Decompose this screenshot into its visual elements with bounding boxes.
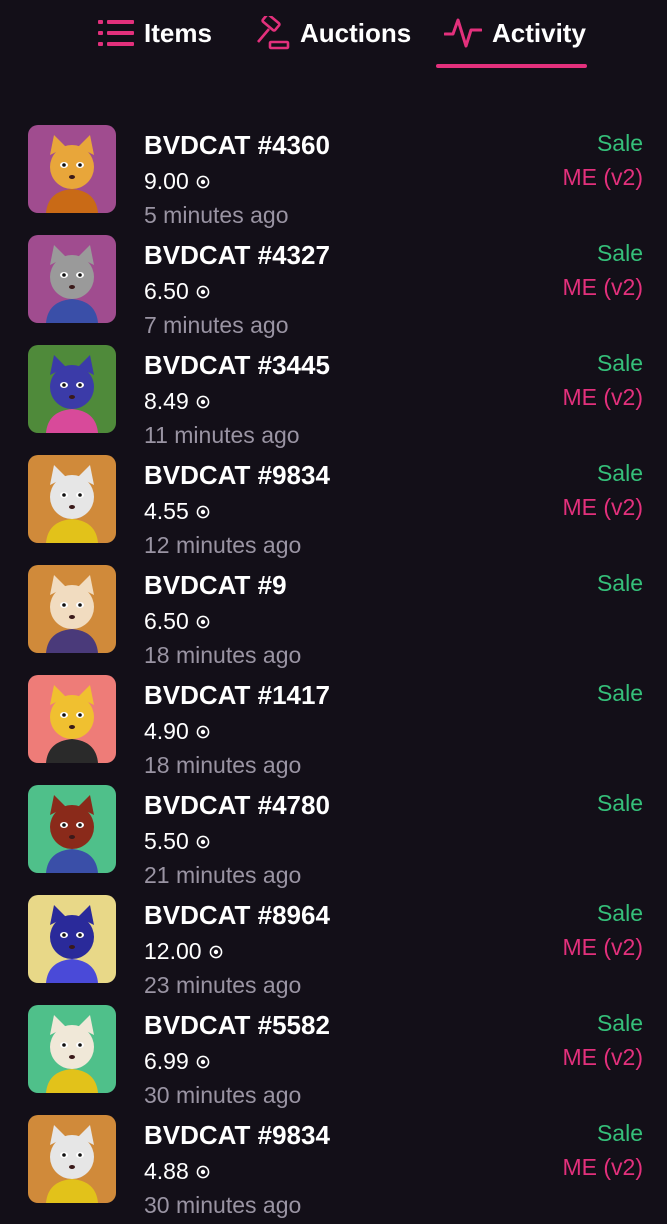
nft-name[interactable]: BVDCAT #9 (144, 570, 287, 601)
nft-name[interactable]: BVDCAT #8964 (144, 900, 330, 931)
list-item[interactable]: BVDCAT #1417 4.90 18 minutes ago Sale (0, 674, 667, 784)
tab-activity-label: Activity (492, 17, 586, 48)
marketplace-label: ME (v2) (562, 934, 644, 960)
solana-icon (196, 1055, 210, 1069)
activity-type: Sale (596, 790, 643, 816)
solana-icon (196, 285, 210, 299)
price-value: 6.99 (144, 1048, 189, 1074)
timestamp: 30 minutes ago (144, 1192, 302, 1218)
marketplace-label: ME (v2) (562, 274, 644, 300)
nft-thumbnail[interactable] (28, 455, 116, 543)
price-value: 8.49 (144, 388, 189, 414)
activity-list: BVDCAT #4360 9.00 5 minutes ago Sale ME (v2)… (0, 124, 667, 1224)
solana-icon (196, 505, 210, 519)
nft-name[interactable]: BVDCAT #3445 (144, 350, 330, 381)
sale-price: 9.00 (144, 168, 210, 195)
price-value: 5.50 (144, 828, 189, 854)
nft-name[interactable]: BVDCAT #1417 (144, 680, 330, 711)
solana-icon (196, 835, 210, 849)
activity-type: Sale (596, 1120, 643, 1146)
nft-thumbnail[interactable] (28, 785, 116, 873)
list-item[interactable]: BVDCAT #4327 6.50 7 minutes ago Sale ME (v2) (0, 234, 667, 344)
price-value: 4.88 (144, 1158, 189, 1184)
nft-name[interactable]: BVDCAT #9834 (144, 1120, 330, 1151)
sale-price: 4.55 (144, 498, 210, 525)
activity-type: Sale (596, 900, 643, 926)
nft-name[interactable]: BVDCAT #4327 (144, 240, 330, 271)
list-item[interactable]: BVDCAT #9 6.50 18 minutes ago Sale (0, 564, 667, 674)
nft-thumbnail[interactable] (28, 125, 116, 213)
tab-items[interactable]: Items (98, 10, 212, 56)
marketplace-label: ME (v2) (562, 1154, 644, 1180)
sale-price: 12.00 (144, 938, 223, 965)
price-value: 4.55 (144, 498, 189, 524)
activity-type: Sale (596, 130, 643, 156)
nft-thumbnail[interactable] (28, 345, 116, 433)
tab-bar: Items Auctions Activity (0, 0, 667, 70)
nft-name[interactable]: BVDCAT #5582 (144, 1010, 330, 1041)
activity-type: Sale (596, 1010, 643, 1036)
solana-icon (196, 175, 210, 189)
list-item[interactable]: BVDCAT #3445 8.49 11 minutes ago Sale ME (v2… (0, 344, 667, 454)
nft-thumbnail[interactable] (28, 235, 116, 323)
marketplace-label: ME (v2) (562, 1044, 644, 1070)
price-value: 6.50 (144, 608, 189, 634)
sale-price: 4.90 (144, 718, 210, 745)
nft-thumbnail[interactable] (28, 565, 116, 653)
gavel-icon (254, 16, 290, 50)
marketplace-label: ME (v2) (562, 164, 644, 190)
list-item[interactable]: BVDCAT #9834 4.88 30 minutes ago Sale ME (v2… (0, 1114, 667, 1224)
activity-type: Sale (596, 680, 643, 706)
activity-type: Sale (596, 240, 643, 266)
nft-thumbnail[interactable] (28, 895, 116, 983)
list-item[interactable]: BVDCAT #5582 6.99 30 minutes ago Sale ME (v2… (0, 1004, 667, 1114)
sale-price: 8.49 (144, 388, 210, 415)
sale-price: 4.88 (144, 1158, 210, 1185)
price-value: 4.90 (144, 718, 189, 744)
list-item[interactable]: BVDCAT #4360 9.00 5 minutes ago Sale ME (v2) (0, 124, 667, 234)
solana-icon (196, 725, 210, 739)
sale-price: 6.50 (144, 278, 210, 305)
nft-thumbnail[interactable] (28, 1005, 116, 1093)
solana-icon (209, 945, 223, 959)
nft-name[interactable]: BVDCAT #4780 (144, 790, 330, 821)
solana-icon (196, 1165, 210, 1179)
list-item[interactable]: BVDCAT #8964 12.00 23 minutes ago Sale ME (v… (0, 894, 667, 1004)
nft-name[interactable]: BVDCAT #4360 (144, 130, 330, 161)
marketplace-label: ME (v2) (562, 384, 644, 410)
sale-price: 6.50 (144, 608, 210, 635)
tab-auctions-label: Auctions (300, 17, 412, 48)
list-item[interactable]: BVDCAT #4780 5.50 21 minutes ago Sale (0, 784, 667, 894)
timestamp: 21 minutes ago (144, 862, 302, 888)
tab-items-label: Items (144, 17, 212, 48)
solana-icon (196, 395, 210, 409)
list-item[interactable]: BVDCAT #9834 4.55 12 minutes ago Sale ME (v2… (0, 454, 667, 564)
marketplace-label: ME (v2) (562, 494, 644, 520)
tab-activity[interactable]: Activity (444, 10, 586, 56)
nft-name[interactable]: BVDCAT #9834 (144, 460, 330, 491)
active-tab-indicator (436, 64, 587, 68)
list-icon (98, 18, 134, 48)
price-value: 12.00 (144, 938, 202, 964)
timestamp: 18 minutes ago (144, 642, 302, 668)
activity-type: Sale (596, 350, 643, 376)
timestamp: 5 minutes ago (144, 202, 289, 228)
tab-auctions[interactable]: Auctions (254, 10, 411, 56)
sale-price: 6.99 (144, 1048, 210, 1075)
timestamp: 18 minutes ago (144, 752, 302, 778)
nft-thumbnail[interactable] (28, 1115, 116, 1203)
timestamp: 30 minutes ago (144, 1082, 302, 1108)
timestamp: 12 minutes ago (144, 532, 302, 558)
activity-type: Sale (596, 570, 643, 596)
timestamp: 23 minutes ago (144, 972, 302, 998)
solana-icon (196, 615, 210, 629)
sale-price: 5.50 (144, 828, 210, 855)
activity-type: Sale (596, 460, 643, 486)
nft-thumbnail[interactable] (28, 675, 116, 763)
timestamp: 7 minutes ago (144, 312, 289, 338)
timestamp: 11 minutes ago (144, 422, 300, 448)
price-value: 9.00 (144, 168, 189, 194)
pulse-icon (444, 16, 482, 50)
price-value: 6.50 (144, 278, 189, 304)
